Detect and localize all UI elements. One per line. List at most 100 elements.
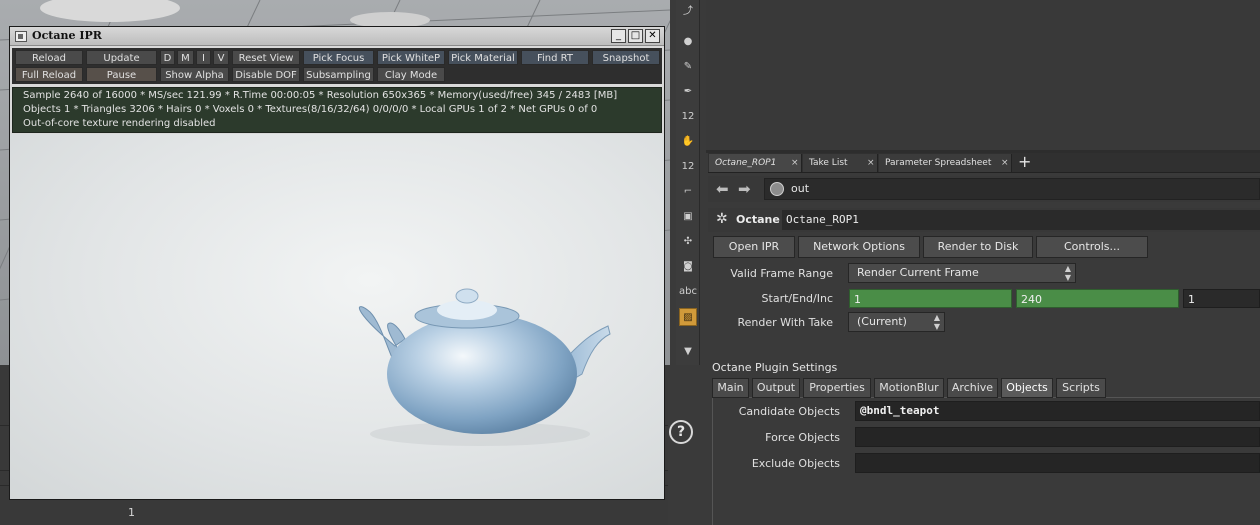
- update-button[interactable]: Update: [86, 50, 157, 65]
- pivot-tool-icon[interactable]: ✣: [679, 233, 697, 251]
- v-button[interactable]: V: [213, 50, 229, 65]
- snapshot-tool-icon[interactable]: ▨: [679, 308, 697, 326]
- text-tool[interactable]: abc: [679, 283, 697, 301]
- render-with-take-dropdown[interactable]: (Current) ▲ ▼: [848, 312, 945, 332]
- tab-close-icon[interactable]: ×: [791, 154, 799, 172]
- pause-button[interactable]: Pause: [86, 67, 157, 82]
- network-context-icon: [770, 182, 784, 196]
- tab-main[interactable]: Main: [712, 378, 749, 398]
- tab-label: Octane_ROP1: [715, 158, 777, 168]
- paint-tool-icon[interactable]: ✋: [679, 133, 697, 151]
- scroll-down-icon[interactable]: ▼: [679, 343, 697, 361]
- add-tab-icon[interactable]: +: [1018, 153, 1031, 171]
- dropdown-arrows-icon: ▲ ▼: [1064, 264, 1071, 282]
- exclude-objects-label: Exclude Objects: [751, 457, 840, 470]
- brush-tool-icon[interactable]: ✎: [679, 58, 697, 76]
- frame-number: 1: [128, 506, 135, 519]
- teapot-knob: [455, 288, 479, 304]
- tab-archive[interactable]: Archive: [947, 378, 998, 398]
- pen-tool-icon[interactable]: ✒: [679, 83, 697, 101]
- teapot-render: [358, 288, 611, 446]
- help-icon[interactable]: ?: [669, 420, 693, 444]
- ipr-titlebar[interactable]: Octane IPR _ □ ✕: [10, 27, 664, 46]
- controls-button[interactable]: Controls...: [1036, 236, 1148, 258]
- maximize-button[interactable]: □: [628, 29, 643, 43]
- tab-label: Parameter Spreadsheet: [885, 158, 992, 168]
- transform-tool-icon[interactable]: ▣: [679, 208, 697, 226]
- settings-subtabs: Main Output Properties MotionBlur Archiv…: [712, 378, 1260, 398]
- path-field[interactable]: out: [764, 178, 1260, 200]
- render-to-disk-button[interactable]: Render to Disk: [923, 236, 1033, 258]
- status-line-scene: Objects 1 * Triangles 3206 * Hairs 0 * V…: [23, 104, 598, 115]
- tab-objects[interactable]: Objects: [1001, 378, 1053, 398]
- back-arrow-icon[interactable]: ⬅: [716, 180, 729, 198]
- angle-tool-icon[interactable]: ⌐: [679, 183, 697, 201]
- ipr-render-view[interactable]: [10, 134, 664, 499]
- valid-frame-range-dropdown[interactable]: Render Current Frame ▲ ▼: [848, 263, 1076, 283]
- minimize-button[interactable]: _: [611, 29, 626, 43]
- render-with-take-label: Render With Take: [737, 316, 833, 329]
- action-buttons: Open IPR Network Options Render to Disk …: [708, 236, 1260, 260]
- candidate-objects-field[interactable]: @bndl_teapot: [855, 401, 1260, 421]
- plugin-settings-title: Octane Plugin Settings: [712, 361, 838, 374]
- network-area: [706, 0, 1260, 150]
- i-button[interactable]: I: [196, 50, 211, 65]
- tab-scripts[interactable]: Scripts: [1056, 378, 1106, 398]
- node-name-field[interactable]: Octane_ROP1: [782, 210, 1260, 230]
- window-icon: [15, 31, 27, 42]
- point-tool-icon[interactable]: ●: [679, 33, 697, 51]
- record-tool-icon[interactable]: ◙: [679, 258, 697, 276]
- octane-ipr-window: Octane IPR _ □ ✕ Reload Update D M I V R…: [9, 26, 665, 500]
- full-reload-button[interactable]: Full Reload: [15, 67, 83, 82]
- tab-output[interactable]: Output: [752, 378, 800, 398]
- path-text: out: [791, 182, 810, 195]
- disable-dof-button[interactable]: Disable DOF: [232, 67, 300, 82]
- count-tool-2[interactable]: 12: [679, 158, 697, 176]
- reset-view-button[interactable]: Reset View: [232, 50, 300, 65]
- tab-label: Take List: [809, 158, 848, 168]
- exclude-objects-field[interactable]: [855, 453, 1260, 473]
- path-bar: ⬅ ➡ out: [708, 176, 1260, 202]
- tab-take-list[interactable]: Take List ×: [803, 154, 878, 172]
- force-objects-field[interactable]: [855, 427, 1260, 447]
- count-tool[interactable]: 12: [679, 108, 697, 126]
- pick-material-button[interactable]: Pick Material: [448, 50, 518, 65]
- end-frame-field[interactable]: 240: [1016, 289, 1179, 308]
- network-options-button[interactable]: Network Options: [798, 236, 920, 258]
- octane-gear-icon[interactable]: ✲: [716, 211, 728, 227]
- snapshot-button[interactable]: Snapshot: [592, 50, 660, 65]
- clay-mode-button[interactable]: Clay Mode: [377, 67, 445, 82]
- close-button[interactable]: ✕: [645, 29, 660, 43]
- open-ipr-button[interactable]: Open IPR: [713, 236, 795, 258]
- subsampling-button[interactable]: Subsampling: [303, 67, 374, 82]
- inc-frame-field[interactable]: 1: [1183, 289, 1260, 308]
- houdini-screen: 1 ⤴ ● ✎ ✒ 12 ✋ 12 ⌐ ▣ ✣ ◙ abc ▨ ▼ ? Octa…: [0, 0, 1260, 525]
- tab-close-icon[interactable]: ×: [1001, 154, 1009, 172]
- forward-arrow-icon[interactable]: ➡: [738, 180, 751, 198]
- pick-focus-button[interactable]: Pick Focus: [303, 50, 374, 65]
- valid-frame-range-label: Valid Frame Range: [730, 267, 833, 280]
- m-button[interactable]: M: [177, 50, 194, 65]
- d-button[interactable]: D: [160, 50, 175, 65]
- side-panel: [668, 378, 700, 525]
- viewport-toolstrip: ⤴ ● ✎ ✒ 12 ✋ 12 ⌐ ▣ ✣ ◙ abc ▨ ▼: [676, 0, 700, 365]
- tab-motionblur[interactable]: MotionBlur: [874, 378, 944, 398]
- dropdown-arrows-icon: ▲ ▼: [933, 313, 940, 331]
- teapot-body: [387, 314, 577, 434]
- ipr-toolbar: Reload Update D M I V Reset View Pick Fo…: [12, 48, 662, 84]
- status-line-stats: Sample 2640 of 16000 * MS/sec 121.99 * R…: [23, 90, 618, 101]
- find-rt-button[interactable]: Find RT: [521, 50, 589, 65]
- reload-button[interactable]: Reload: [15, 50, 83, 65]
- tab-octane-rop1[interactable]: Octane_ROP1 ×: [709, 154, 802, 172]
- pick-whitep-button[interactable]: Pick WhiteP: [377, 50, 445, 65]
- tab-close-icon[interactable]: ×: [867, 154, 875, 172]
- start-frame-field[interactable]: 1: [849, 289, 1012, 308]
- tab-parameter-spreadsheet[interactable]: Parameter Spreadsheet ×: [879, 154, 1012, 172]
- node-header: ✲ Octane Octane_ROP1: [708, 208, 1260, 232]
- candidate-objects-label: Candidate Objects: [738, 405, 840, 418]
- pane-tabbar: Octane_ROP1 × Take List × Parameter Spre…: [708, 153, 1260, 173]
- show-alpha-button[interactable]: Show Alpha: [160, 67, 229, 82]
- tab-properties[interactable]: Properties: [803, 378, 871, 398]
- select-tool-icon[interactable]: ⤴: [679, 3, 697, 21]
- force-objects-label: Force Objects: [765, 431, 840, 444]
